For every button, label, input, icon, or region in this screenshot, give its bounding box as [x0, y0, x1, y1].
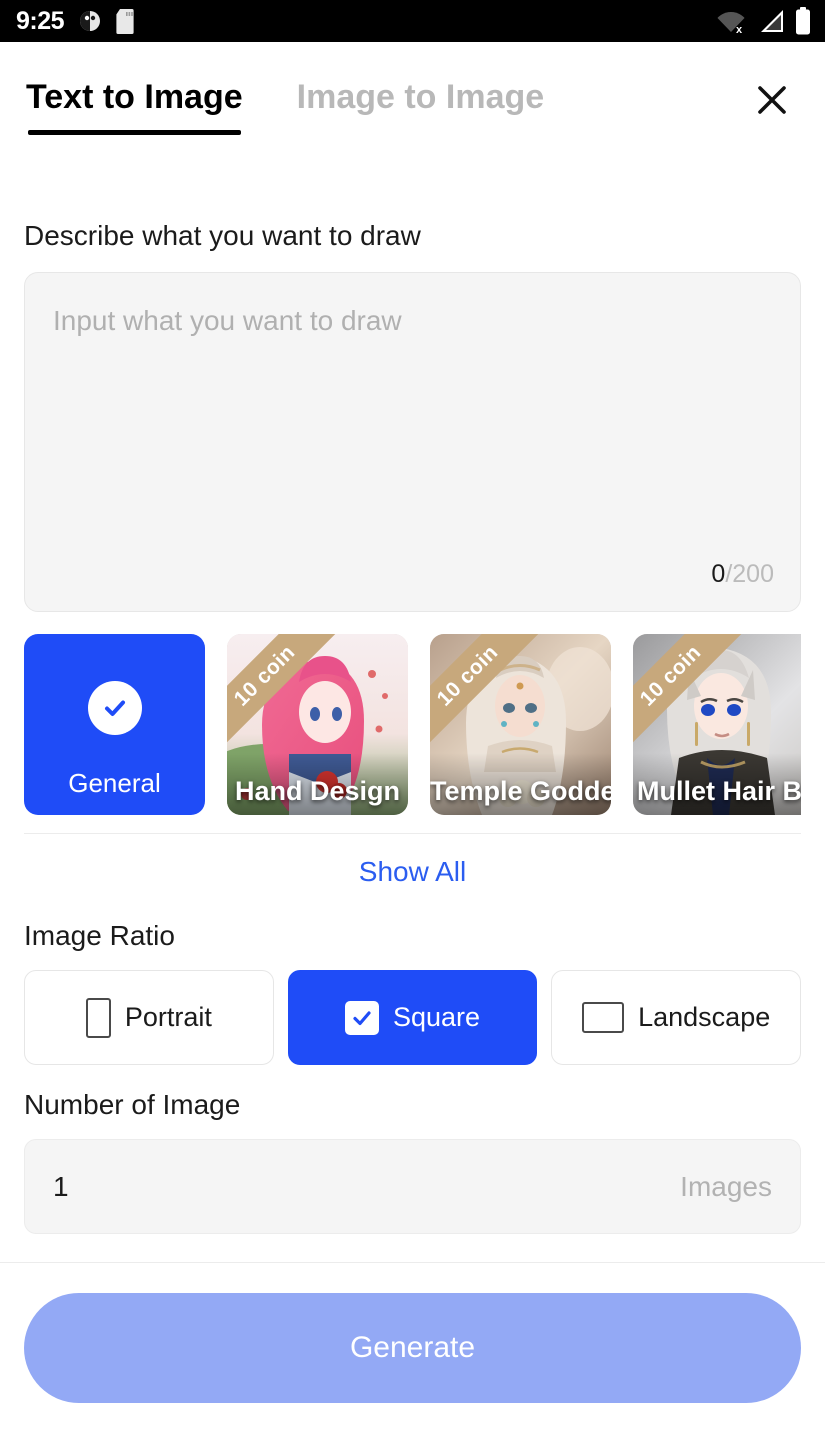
- portrait-rect-icon: [85, 997, 111, 1038]
- number-of-image-input[interactable]: 1 Images: [24, 1139, 801, 1234]
- number-of-image-value: 1: [53, 1170, 69, 1202]
- character-counter-current: 0: [711, 560, 726, 588]
- style-card-hand-design-label: Hand Design: [234, 776, 401, 806]
- style-card-general[interactable]: General: [24, 634, 205, 815]
- prompt-placeholder: Input what you want to draw: [53, 305, 402, 336]
- ratio-option-square-label: Square: [392, 1002, 481, 1032]
- style-card-mullet-hair-boy[interactable]: 10 coin Mullet Hair Boy: [633, 634, 801, 815]
- status-bar-left: 9:25: [16, 6, 136, 35]
- tab-image-to-image-label: Image to Image: [296, 77, 545, 116]
- checkbox-checked-icon: [344, 1000, 379, 1035]
- tab-image-to-image[interactable]: Image to Image: [297, 78, 545, 127]
- tab-text-to-image-label: Text to Image: [26, 77, 243, 116]
- number-of-image-label: Number of Image: [24, 1089, 241, 1120]
- show-all-button[interactable]: Show All: [24, 834, 801, 896]
- landscape-rect-icon: [582, 1002, 625, 1033]
- sd-card-icon: [116, 8, 136, 34]
- svg-text:x: x: [736, 24, 743, 34]
- ratio-option-landscape-label: Landscape: [638, 1002, 771, 1032]
- ratio-option-square[interactable]: Square: [287, 970, 538, 1065]
- ratio-option-portrait[interactable]: Portrait: [24, 970, 274, 1065]
- status-bar-clock: 9:25: [16, 6, 65, 35]
- style-card-mullet-hair-boy-label: Mullet Hair Boy: [637, 776, 801, 806]
- style-card-general-label: General: [68, 768, 161, 798]
- status-bar-right: x: [717, 7, 811, 35]
- modal-header: Text to Image Image to Image: [0, 42, 825, 162]
- generate-button[interactable]: Generate: [24, 1293, 801, 1403]
- close-button[interactable]: [745, 75, 799, 129]
- alarm-icon: [78, 9, 102, 33]
- number-of-image-suffix: Images: [680, 1170, 772, 1202]
- selected-check-icon: [87, 680, 142, 735]
- battery-icon: [795, 7, 811, 35]
- character-counter: 0/200: [711, 560, 774, 589]
- image-ratio-label: Image Ratio: [24, 920, 175, 951]
- style-card-hand-design[interactable]: 10 coin Hand Design: [227, 634, 408, 815]
- style-card-temple-goddess-label: Temple Goddess: [430, 776, 611, 806]
- status-bar: 9:25 x: [0, 0, 825, 42]
- image-ratio-group: Portrait Square Landscape: [24, 970, 802, 1065]
- tab-text-to-image[interactable]: Text to Image: [26, 77, 243, 135]
- prompt-label: Describe what you want to draw: [24, 220, 421, 251]
- character-counter-max: /200: [725, 560, 774, 588]
- cellular-signal-icon: [757, 8, 785, 34]
- footer-bar: Generate: [0, 1262, 825, 1435]
- wifi-off-icon: x: [717, 8, 747, 34]
- prompt-textarea[interactable]: Input what you want to draw 0/200: [24, 272, 801, 612]
- ratio-option-landscape[interactable]: Landscape: [551, 970, 802, 1065]
- close-icon: [753, 81, 791, 124]
- style-card-temple-goddess[interactable]: 10 coin Temple Goddess: [430, 634, 611, 815]
- main-content: Describe what you want to draw Input wha…: [0, 220, 825, 1234]
- style-card-list[interactable]: General 10 coin Hand Design 10 coin Temp…: [24, 634, 801, 815]
- ratio-option-portrait-label: Portrait: [124, 1002, 212, 1032]
- tab-bar: Text to Image Image to Image: [26, 77, 745, 135]
